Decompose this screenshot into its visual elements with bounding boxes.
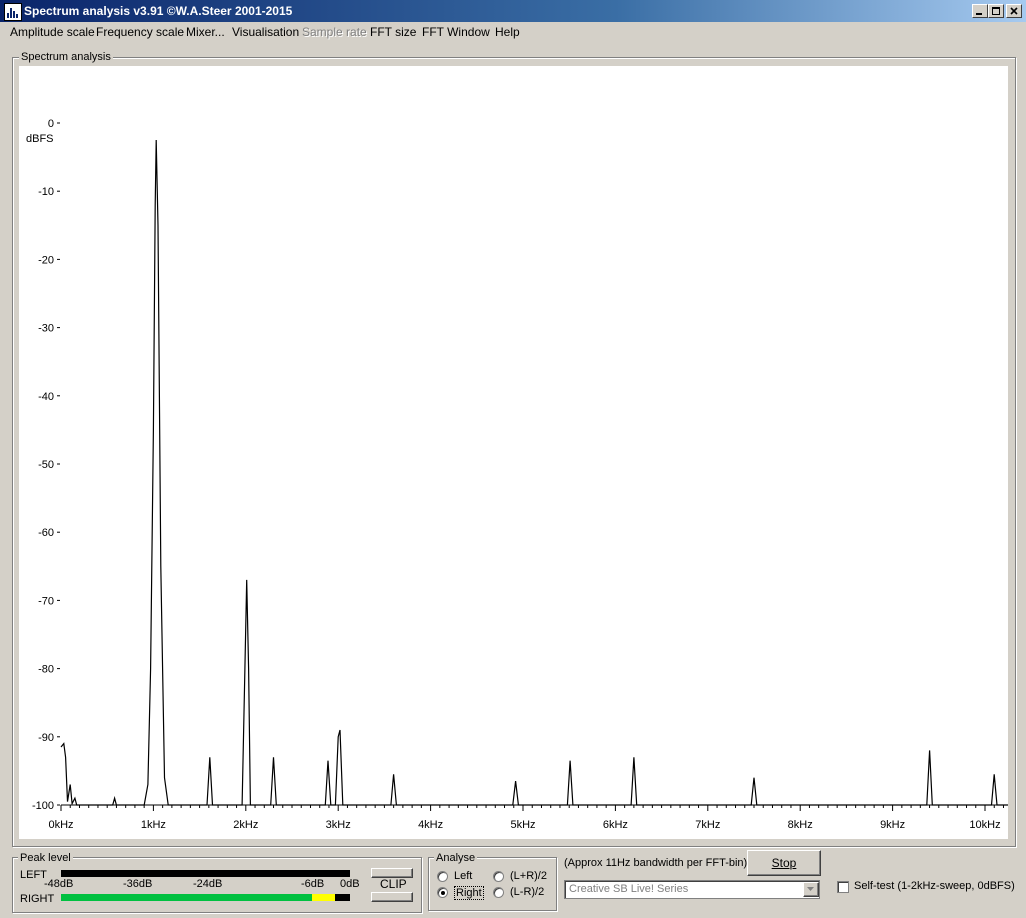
- radio-l-plus-r[interactable]: [493, 871, 504, 882]
- y-tick-label: -100: [32, 800, 54, 812]
- menu-frequency-scale[interactable]: Frequency scale: [96, 25, 184, 39]
- spectrum-chart: dBFS 0 -10 -20 -30 -40 -50 -60 -70 -80 -90 -100 0kH…: [26, 118, 1008, 831]
- clip-label: CLIP: [380, 877, 407, 891]
- spectrum-group-label: Spectrum analysis: [19, 51, 113, 63]
- right-level-yellow: [312, 894, 336, 901]
- minimize-button[interactable]: [972, 4, 988, 18]
- right-channel-label: RIGHT: [20, 893, 55, 905]
- y-tick-label: -90: [38, 732, 54, 744]
- x-tick-label: 6kHz: [603, 819, 628, 831]
- maximize-button[interactable]: [988, 4, 1004, 18]
- x-tick-label: 0kHz: [48, 819, 73, 831]
- clip-indicator-bottom: [371, 892, 413, 902]
- x-tick-label: 8kHz: [788, 819, 813, 831]
- x-tick-label: 10kHz: [969, 819, 1000, 831]
- chevron-down-icon: [807, 887, 814, 891]
- y-axis-label: dBFS: [26, 133, 54, 145]
- scale-label-48: -48dB: [44, 878, 74, 890]
- radio-right-label[interactable]: Right: [454, 886, 484, 900]
- y-tick-label: -20: [38, 254, 54, 266]
- device-dropdown-button[interactable]: [803, 882, 819, 897]
- scale-label-36: -36dB: [123, 878, 153, 890]
- minimize-icon: [976, 13, 982, 15]
- x-tick-label: 3kHz: [326, 819, 351, 831]
- scale-label-0: 0dB: [340, 878, 360, 890]
- title-bar[interactable]: Spectrum analysis v3.91 ©W.A.Steer 2001-…: [0, 0, 1026, 22]
- right-level-meter: [61, 894, 350, 901]
- radio-l-minus-r-label[interactable]: (L-R)/2: [510, 886, 544, 898]
- spectrum-app-icon[interactable]: [4, 3, 22, 21]
- menu-sample-rate: Sample rate: [302, 25, 367, 39]
- x-tick-label: 7kHz: [695, 819, 720, 831]
- left-level-meter: [61, 870, 350, 877]
- x-tick-label: 4kHz: [418, 819, 443, 831]
- close-icon: [1010, 7, 1018, 15]
- menu-help[interactable]: Help: [495, 25, 520, 39]
- y-tick-label: -60: [38, 527, 54, 539]
- spectrum-plot[interactable]: dBFS 0 -10 -20 -30 -40 -50 -60 -70 -80 -90 -100 0kH…: [19, 66, 1008, 839]
- y-tick-label: -70: [38, 595, 54, 607]
- scale-label-6: -6dB: [301, 878, 325, 890]
- menu-visualisation[interactable]: Visualisation: [232, 25, 299, 39]
- device-select[interactable]: Creative SB Live! Series: [564, 880, 820, 899]
- peak-level-label: Peak level: [18, 852, 73, 864]
- menu-mixer[interactable]: Mixer...: [186, 25, 225, 39]
- x-tick-label: 9kHz: [880, 819, 905, 831]
- self-test-checkbox[interactable]: [837, 881, 849, 893]
- device-selected-value: Creative SB Live! Series: [569, 883, 689, 895]
- menu-bar: Amplitude scale Frequency scale Mixer...…: [0, 22, 1026, 42]
- x-tick-label: 1kHz: [141, 819, 166, 831]
- bandwidth-text: (Approx 11Hz bandwidth per FFT-bin): [564, 857, 748, 869]
- y-tick-label: -10: [38, 186, 54, 198]
- y-tick-label: -30: [38, 323, 54, 335]
- y-tick-label: -80: [38, 664, 54, 676]
- radio-l-plus-r-label[interactable]: (L+R)/2: [510, 870, 547, 882]
- radio-left[interactable]: [437, 871, 448, 882]
- y-tick-label: -40: [38, 391, 54, 403]
- menu-fft-window[interactable]: FFT Window: [422, 25, 490, 39]
- radio-right[interactable]: [437, 887, 448, 898]
- menu-fft-size[interactable]: FFT size: [370, 25, 416, 39]
- stop-button[interactable]: Stop: [747, 850, 821, 876]
- x-tick-label: 2kHz: [233, 819, 258, 831]
- analyse-group: [428, 857, 557, 911]
- menu-amplitude-scale[interactable]: Amplitude scale: [10, 25, 95, 39]
- scale-label-24: -24dB: [193, 878, 223, 890]
- right-level-green: [61, 894, 313, 901]
- close-button[interactable]: [1006, 4, 1022, 18]
- y-tick-label: 0: [48, 118, 54, 130]
- analyse-label: Analyse: [434, 852, 478, 864]
- y-tick-label: -50: [38, 459, 54, 471]
- left-channel-label: LEFT: [20, 869, 47, 881]
- radio-left-label[interactable]: Left: [454, 870, 472, 882]
- x-tick-label: 5kHz: [510, 819, 535, 831]
- window-title: Spectrum analysis v3.91 ©W.A.Steer 2001-…: [24, 4, 293, 18]
- stop-button-label: Stop: [771, 856, 797, 870]
- spectrum-trace: [60, 139, 1008, 806]
- self-test-label[interactable]: Self-test (1-2kHz-sweep, 0dBFS): [854, 880, 1015, 892]
- radio-l-minus-r[interactable]: [493, 887, 504, 898]
